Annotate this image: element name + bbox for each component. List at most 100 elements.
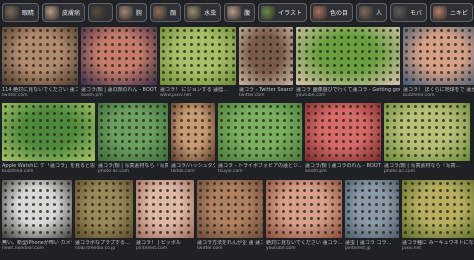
result-thumbnail[interactable] [81,27,157,85]
filter-chip[interactable]: 人 [356,3,388,22]
chip-label: 腕 [136,10,143,17]
texture-overlay [305,103,381,161]
result-thumbnail[interactable] [98,103,168,161]
filter-chip[interactable]: 色の目 [309,3,353,22]
result-source: pinterest.jp [345,246,371,251]
result-thumbnail[interactable] [136,180,194,238]
chip-thumbnail [393,5,408,20]
result-thumbnail[interactable] [2,103,95,161]
chip-label: 皮膚病 [62,10,81,17]
result-source: pixiv.net [402,246,422,251]
result-source: twitter.com [239,93,265,98]
image-result[interactable]: 蓮コラ/ハッシュタグな…tiktok.com [171,103,215,174]
filter-chip[interactable]: モバ [390,3,428,22]
result-thumbnail[interactable] [75,180,133,238]
result-source: nlab.itmedia.co.jp [75,246,116,251]
result-source: buzzfeed.com [403,93,435,98]
result-thumbnail[interactable] [197,180,263,238]
chip-thumbnail [119,5,134,20]
image-result[interactable]: 蓮虫 | 蓮コラ コラ… pinterest.jp [345,180,399,251]
result-thumbnail[interactable] [403,27,474,85]
result-thumbnail[interactable] [402,180,474,238]
result-thumbnail[interactable] [218,103,302,161]
result-source: buzzfeed.com [2,169,34,174]
result-thumbnail[interactable] [266,180,342,238]
chip-label: 人 [376,10,383,17]
filter-chip[interactable]: 顔 [150,3,182,22]
image-result[interactable]: 蓮コラ - トライポフォビアの蓮とジ… tsuyoi.com [218,103,302,174]
image-result[interactable]: Apple Watchに ケ「蓮コラ」を見ると思い… buzzfeed.com [2,103,95,174]
image-result[interactable]: 蓮コラ！ ぼくらに地球をで 蓮がない…buzzfeed.com [403,27,474,98]
chip-thumbnail [433,5,448,20]
texture-overlay [403,27,474,85]
image-result[interactable]: 蓮コラ/顔 | 蓮コラのれん - BOOTH booth.pm [305,103,381,174]
filter-chip[interactable]: 水虫 [184,3,222,22]
image-result[interactable]: 無い。新型iPhoneが怖い カメラ…news.livedoor.com [2,180,72,251]
texture-overlay [75,180,133,238]
image-result[interactable]: 蓮コラ/顔 | 写真素材なら「写真… photo-ac.com [384,103,470,174]
texture-overlay [266,180,342,238]
result-thumbnail[interactable] [305,103,381,161]
image-result[interactable]: 蓮コラ方法をれんが企 蓮 蓮コラ…twitter.com [197,180,263,251]
filter-chip[interactable]: 腹 [224,3,256,22]
result-thumbnail[interactable] [2,27,78,85]
chip-thumbnail [91,5,106,20]
texture-overlay [2,180,72,238]
result-thumbnail[interactable] [171,103,215,161]
texture-overlay [197,180,263,238]
chip-label: 水虫 [204,10,217,17]
texture-overlay [81,27,157,85]
chip-label: 眼睛 [22,10,35,17]
result-source: pinterest.com [136,246,168,251]
image-result[interactable]: 蓮コラ種に みーキュウネトになったpixiv.net [402,180,474,251]
texture-overlay [160,27,236,85]
result-source: booth.pm [305,169,327,174]
chip-label: モバ [410,10,423,17]
image-result[interactable]: 蓮コラ - Twitter Search…twitter.com [239,27,293,98]
image-result[interactable]: 蓮コラ！ にジョンする 蓮陸… www.pixiv.net [160,27,236,98]
result-source: twitter.com [197,246,223,251]
filter-chip[interactable]: ニキビ [430,3,474,22]
image-result[interactable]: 絶対に見ないでください 蓮コラ… youtube.com [266,180,342,251]
filter-chip[interactable]: イラスト [258,3,307,22]
texture-overlay [98,103,168,161]
chip-thumbnail [261,5,276,20]
texture-overlay [218,103,302,161]
texture-overlay [239,27,293,85]
result-source: news.livedoor.com [2,246,44,251]
image-row-2: Apple Watchに ケ「蓮コラ」を見ると思い… buzzfeed.com 蓮コ… [0,103,474,174]
texture-overlay [136,180,194,238]
result-thumbnail[interactable] [384,103,470,161]
filter-chip-bar: 眼睛皮膚病腕顔水虫腹イラスト色の目人モバニキビカエル [0,0,474,26]
image-result[interactable]: 蓮コラ！ | ピッボル pinterest.com [136,180,194,251]
result-thumbnail[interactable] [160,27,236,85]
image-result[interactable]: 蓮コラ/顔 | 蓮の顔のれん - BOOTH booth.pm [81,27,157,98]
image-result[interactable]: 蓮コラ 画像遊びで行くて蓮コラ - Getting goos… youtube.c… [296,27,400,98]
result-source: twitter.com [2,93,28,98]
image-row-3: 無い。新型iPhoneが怖い カメラ…news.livedoor.com蓮コラボ… [0,180,474,251]
chip-label: 腹 [244,10,251,17]
filter-chip[interactable]: 腕 [116,3,148,22]
chip-label: 顔 [170,10,177,17]
image-result[interactable]: 蓮コラボなプラプする… nlab.itmedia.co.jp [75,180,133,251]
result-thumbnail[interactable] [2,180,72,238]
chip-thumbnail [312,5,327,20]
filter-chip[interactable]: 眼睛 [2,3,40,22]
filter-chip[interactable]: 皮膚病 [42,3,86,22]
texture-overlay [402,180,474,238]
filter-chip[interactable] [88,3,114,22]
texture-overlay [2,103,95,161]
result-thumbnail[interactable] [345,180,399,238]
chip-thumbnail [187,5,202,20]
result-thumbnail[interactable] [296,27,400,85]
texture-overlay [171,103,215,161]
texture-overlay [2,27,78,85]
image-result[interactable]: 114 絶対に見ないでください 蓮コラ！twitter.com [2,27,78,98]
result-source: photo-ac.com [98,169,129,174]
texture-overlay [345,180,399,238]
image-result[interactable]: 蓮コラ/顔 | 写真素材なら「写真… photo-ac.com [98,103,168,174]
texture-overlay [296,27,400,85]
result-thumbnail[interactable] [239,27,293,85]
chip-thumbnail [153,5,168,20]
result-source: www.pixiv.net [160,93,192,98]
